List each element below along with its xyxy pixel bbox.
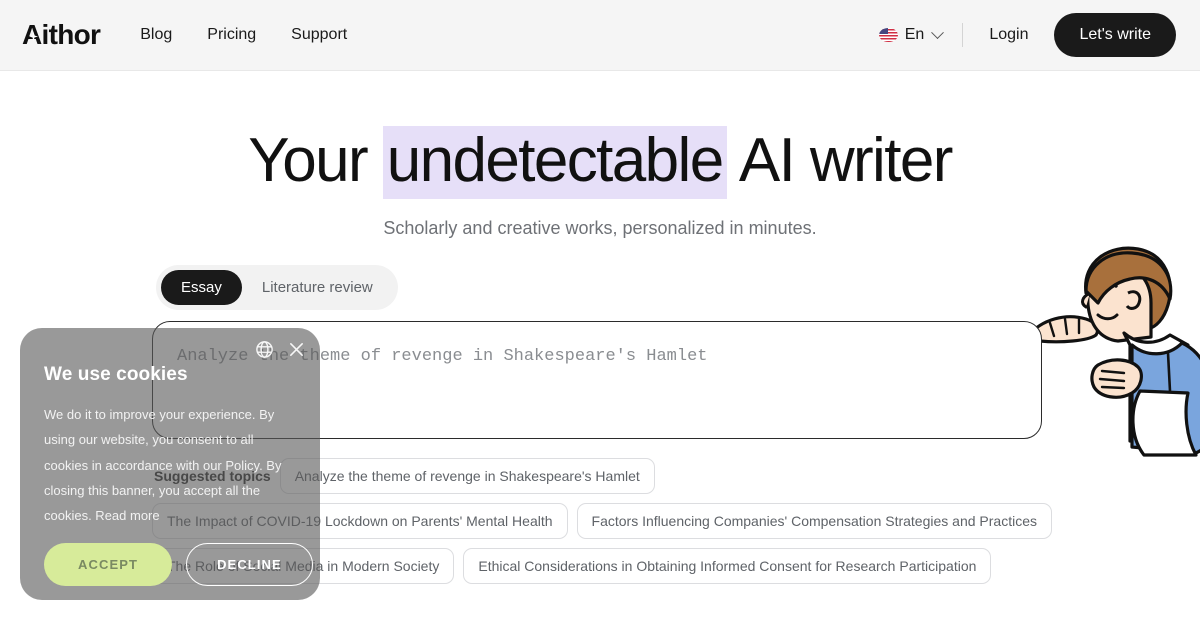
main-nav: Blog Pricing Support <box>140 26 347 44</box>
lets-write-button[interactable]: Let's write <box>1054 13 1176 57</box>
cookie-banner: We use cookies We do it to improve your … <box>20 328 320 621</box>
cookie-banner-icons <box>255 340 305 364</box>
topic-chip[interactable]: Factors Influencing Companies' Compensat… <box>576 503 1052 540</box>
logo[interactable]: Aithor <box>22 19 101 51</box>
globe-icon[interactable] <box>255 340 274 364</box>
site-header: Aithor Blog Pricing Support En Login Let… <box>0 0 1200 71</box>
us-flag-icon <box>878 28 898 42</box>
login-link[interactable]: Login <box>963 26 1054 44</box>
language-code: En <box>904 26 925 43</box>
logo-text: Aithor <box>22 19 101 50</box>
decline-cookies-button[interactable]: DECLINE <box>186 542 313 586</box>
page-title: Your undetectable AI writer <box>0 125 1200 199</box>
person-illustration <box>1026 246 1200 457</box>
close-icon[interactable] <box>288 341 305 363</box>
nav-item-pricing[interactable]: Pricing <box>207 26 256 44</box>
hero-subtitle: Scholarly and creative works, personaliz… <box>383 218 817 239</box>
composer-tabs: Essay Literature review <box>156 265 398 311</box>
nav-item-blog[interactable]: Blog <box>140 26 172 44</box>
gear-icon <box>62 604 78 623</box>
headline-highlight: undetectable <box>382 126 727 199</box>
headline-after: AI writer <box>726 126 954 195</box>
show-more-label: SHOW MORE <box>89 605 182 621</box>
topic-chip[interactable]: Ethical Considerations in Obtaining Info… <box>463 548 992 585</box>
header-right-group: En Login Let's write <box>878 13 1176 57</box>
topic-chip[interactable]: Analyze the theme of revenge in Shakespe… <box>279 458 655 495</box>
cookie-banner-actions: ACCEPT DECLINE <box>44 542 313 586</box>
chevron-down-icon <box>931 25 945 39</box>
accept-cookies-button[interactable]: ACCEPT <box>44 542 173 586</box>
show-more-cookies-button[interactable]: SHOW MORE <box>44 604 296 623</box>
cookie-banner-title: We use cookies <box>44 364 188 385</box>
tab-essay[interactable]: Essay <box>161 270 242 306</box>
tab-literature-review[interactable]: Literature review <box>242 270 393 305</box>
cookie-banner-body: We do it to improve your experience. By … <box>44 407 282 524</box>
hero-section: Your undetectable AI writer Scholarly an… <box>0 71 1200 239</box>
nav-item-support[interactable]: Support <box>291 26 347 44</box>
headline-before: Your <box>248 126 383 195</box>
language-switcher[interactable]: En <box>878 25 963 44</box>
